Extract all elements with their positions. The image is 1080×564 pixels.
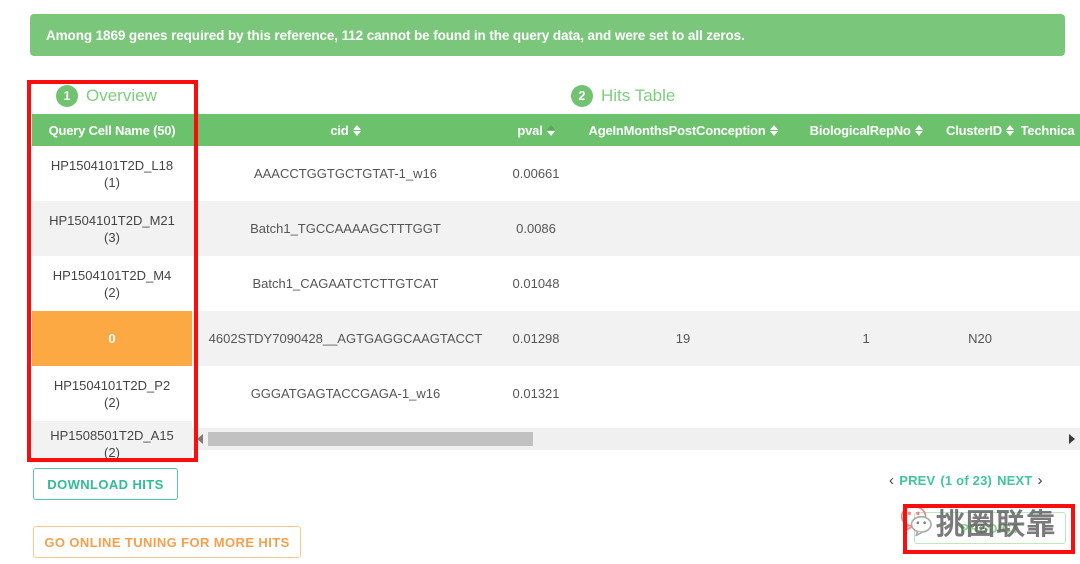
page-position-label: (1 of 23) [940,473,992,488]
tab-overview-badge: 1 [56,85,78,107]
column-header-technical[interactable]: Technica [1021,123,1080,138]
cell-pval: 0.01321 [499,386,573,401]
scrollbar-track[interactable] [208,432,1064,446]
scroll-right-arrow-icon[interactable] [1064,434,1080,444]
query-cell-row-selected[interactable]: 0 [32,311,192,366]
cell-cid: Batch1_CAGAATCTCTTGTCAT [192,276,499,291]
query-cell-name: 0 [108,330,115,347]
tab-hits-table-badge: 2 [571,85,593,107]
query-cell-name-column: Query Cell Name (50) HP1504101T2D_L18 (1… [32,114,192,463]
scrollbar-thumb[interactable] [208,432,533,446]
cell-pval: 0.01048 [499,276,573,291]
query-cell-row[interactable]: HP1504101T2D_P2 (2) [32,366,192,421]
query-cell-name: HP1504101T2D_M4 [53,267,172,284]
download-hits-button[interactable]: DOWNLOAD HITS [33,468,178,500]
query-cell-row[interactable]: HP1504101T2D_M21 (3) [32,201,192,256]
table-row[interactable]: Batch1_TGCCAAAAGCTTTGGT 0.0086 [192,201,1080,256]
table-row[interactable]: Batch1_CAGAATCTCTTGTCAT 0.01048 [192,256,1080,311]
predict-button[interactable]: PREDICT [914,512,1066,544]
column-header-technical-label: Technica [1021,123,1075,138]
column-header-cid-label: cid [330,123,348,138]
tab-overview[interactable]: 1 Overview [56,85,157,107]
prev-page-button[interactable]: PREV [899,473,935,488]
query-cell-row[interactable]: HP1504101T2D_M4 (2) [32,256,192,311]
query-cell-name: HP1504101T2D_P2 [54,377,170,394]
cell-cid: GGGATGAGTACCGAGA-1_w16 [192,386,499,401]
cell-age: 19 [573,331,793,346]
prev-chevron-icon[interactable]: ‹ [889,472,894,489]
query-cell-name: HP1504101T2D_L18 [51,157,173,174]
query-cell-row[interactable]: HP1508501T2D_A15 (2) [32,421,192,463]
cell-cid: 4602STDY7090428__AGTGAGGCAAGTACCT [192,331,499,346]
query-cell-name-header[interactable]: Query Cell Name (50) [32,114,192,146]
cell-biological-rep-no: 1 [793,331,940,346]
query-cell-count: (2) [104,444,120,461]
tab-hits-table-label: Hits Table [601,86,675,106]
tab-hits-table[interactable]: 2 Hits Table [571,85,675,107]
query-cell-name: HP1508501T2D_A15 [50,427,174,444]
column-header-pval[interactable]: pval [499,123,573,138]
sort-icon[interactable] [915,125,923,136]
query-cell-count: (3) [104,229,120,246]
hits-table-header-row: cid pval AgeInMonthsPostConception Biolo… [192,114,1080,146]
horizontal-scrollbar[interactable] [192,428,1080,450]
cell-pval: 0.01298 [499,331,573,346]
column-header-biological-rep-no-label: BiologicalRepNo [810,123,911,138]
cell-cid: Batch1_TGCCAAAAGCTTTGGT [192,221,499,236]
query-cell-row[interactable]: HP1504101T2D_L18 (1) [32,146,192,201]
sort-icon[interactable] [770,125,778,136]
sort-icon-active[interactable] [547,125,555,136]
column-header-biological-rep-no[interactable]: BiologicalRepNo [793,123,940,138]
query-cell-count: (1) [104,174,120,191]
cell-pval: 0.00661 [499,166,573,181]
pagination: ‹ PREV (1 of 23) NEXT › [889,472,1043,489]
gene-warning-text: Among 1869 genes required by this refere… [46,28,745,43]
table-row[interactable]: 4602STDY7090428__AGTGAGGCAAGTACCT 0.0129… [192,311,1080,366]
table-row[interactable]: AAACCTGGTGCTGTAT-1_w16 0.00661 [192,146,1080,201]
cell-cluster-id: N20 [939,331,1020,346]
column-header-age-label: AgeInMonthsPostConception [589,123,766,138]
table-row[interactable]: GGGATGAGTACCGAGA-1_w16 0.01321 [192,366,1080,421]
column-header-cluster-id-label: ClusterID [946,123,1002,138]
column-header-pval-label: pval [517,123,542,138]
column-header-cid[interactable]: cid [192,123,499,138]
query-cell-name: HP1504101T2D_M21 [49,212,175,229]
query-cell-count: (2) [104,284,120,301]
cell-cid: AAACCTGGTGCTGTAT-1_w16 [192,166,499,181]
sort-icon[interactable] [1006,125,1014,136]
next-chevron-icon[interactable]: › [1038,472,1043,489]
column-header-cluster-id[interactable]: ClusterID [939,123,1020,138]
query-cell-count: (2) [104,394,120,411]
gene-warning-banner: Among 1869 genes required by this refere… [30,14,1065,56]
cell-pval: 0.0086 [499,221,573,236]
sort-icon[interactable] [353,125,361,136]
hits-table: cid pval AgeInMonthsPostConception Biolo… [192,114,1080,421]
scroll-left-arrow-icon[interactable] [192,434,208,444]
go-online-tuning-button[interactable]: GO ONLINE TUNING FOR MORE HITS [33,526,301,558]
column-header-age[interactable]: AgeInMonthsPostConception [573,123,793,138]
tab-overview-label: Overview [86,86,157,106]
next-page-button[interactable]: NEXT [997,473,1032,488]
